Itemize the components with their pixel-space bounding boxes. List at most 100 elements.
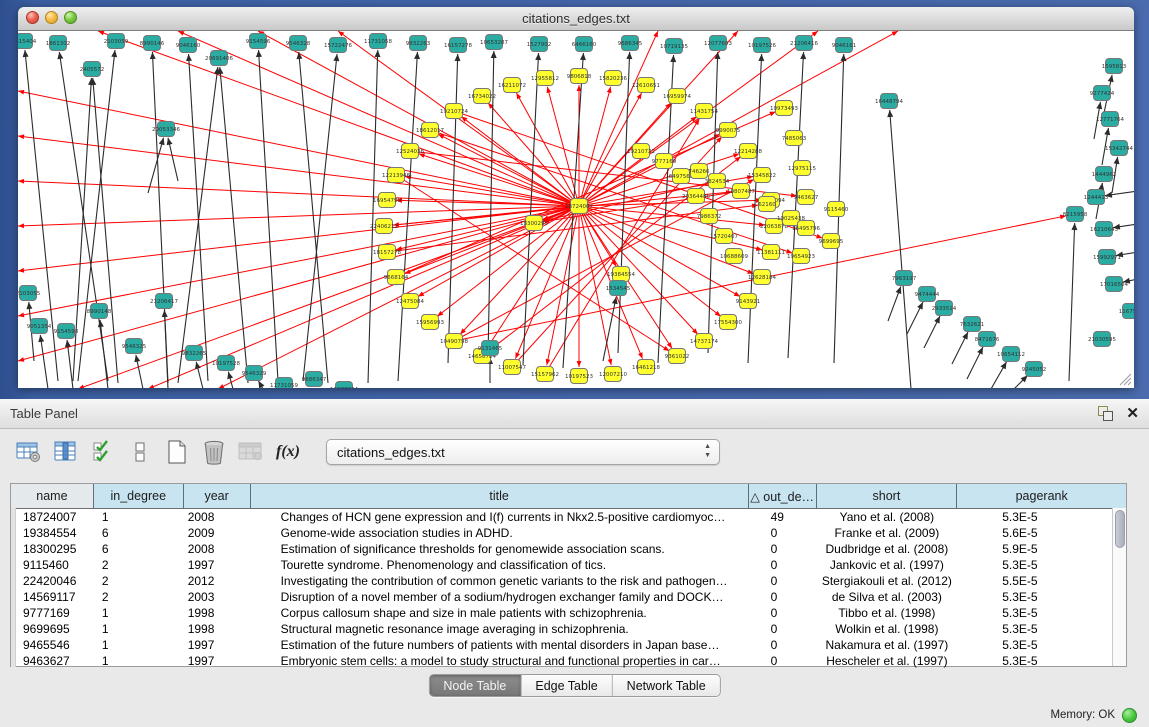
graph-node[interactable]: 10719135 — [660, 39, 688, 54]
graph-node[interactable]: 12975115 — [788, 161, 816, 176]
graph-node[interactable]: 9046161 — [832, 38, 857, 53]
graph-node[interactable]: 1444962 — [1092, 167, 1117, 182]
graph-node[interactable]: 7485063 — [782, 131, 807, 146]
graph-node[interactable]: 2405572 — [80, 62, 105, 77]
graph-node[interactable]: 19654923 — [787, 249, 815, 264]
graph-node[interactable]: 3824534 — [705, 174, 730, 189]
graph-node[interactable]: 15720407 — [710, 229, 738, 244]
graph-node[interactable]: 1167533 — [1119, 304, 1134, 319]
graph-node[interactable]: 10197523 — [565, 369, 593, 384]
graph-node[interactable]: 746266 — [689, 164, 710, 179]
graph-node[interactable]: 16959974 — [663, 89, 691, 104]
column-header-title[interactable]: title — [251, 484, 749, 508]
graph-node[interactable]: 9686347 — [302, 372, 327, 387]
graph-node[interactable]: 21206417 — [150, 294, 178, 309]
graph-node[interactable]: 9546328 — [286, 36, 311, 51]
graph-node[interactable]: 8990146 — [140, 36, 165, 51]
graph-node[interactable]: 12077604 — [330, 382, 358, 389]
graph-node[interactable]: 7986372 — [697, 209, 722, 224]
graph-node[interactable]: 1534545 — [606, 281, 631, 296]
select-columns-button[interactable] — [90, 438, 116, 466]
graph-node[interactable]: 16448794 — [875, 94, 903, 109]
resize-grip[interactable] — [1118, 372, 1132, 386]
table-row[interactable]: 946362711997Embryonic stem cells: a mode… — [11, 653, 1126, 669]
graph-node[interactable]: 9361022 — [665, 349, 690, 364]
graph-node[interactable]: 12955812 — [531, 71, 559, 86]
delete-column-button[interactable] — [201, 438, 227, 466]
graph-node[interactable]: 9832263 — [406, 36, 431, 51]
table-row[interactable]: 1938455462009Genome-wide association stu… — [11, 525, 1126, 541]
graph-node[interactable]: 16461218 — [632, 360, 660, 375]
row-height-button[interactable] — [127, 438, 153, 466]
graph-node[interactable]: 19210722 — [627, 144, 655, 159]
column-header-pagerank[interactable]: pagerank — [957, 484, 1126, 508]
table-row[interactable]: 911546021997Tourette syndrome. Phenomeno… — [11, 557, 1126, 573]
graph-node[interactable]: 18157278 — [373, 245, 401, 260]
graph-node[interactable]: 1244413 — [1084, 190, 1109, 205]
graph-node[interactable]: 8215958 — [1063, 207, 1088, 222]
graph-node[interactable]: 21030595 — [1088, 332, 1116, 347]
graph-node[interactable]: 15342744 — [1105, 141, 1133, 156]
column-header-out_de[interactable]: △ out_de… — [749, 484, 817, 508]
graph-node[interactable]: 2103055 — [18, 286, 41, 301]
function-builder-button[interactable]: f(x) — [275, 438, 301, 466]
graph-node[interactable]: 10807487 — [727, 184, 755, 199]
graph-node[interactable]: 9245052 — [1022, 362, 1047, 377]
graph-node[interactable]: 12214288 — [734, 144, 762, 159]
graph-node[interactable]: 9777169 — [652, 154, 677, 169]
graph-node[interactable]: 16211072 — [498, 78, 526, 93]
graph-node[interactable]: 15820236 — [599, 71, 627, 86]
graph-node[interactable]: 11731058 — [364, 34, 392, 49]
minimize-window-button[interactable] — [45, 11, 58, 24]
graph-node[interactable]: 12213946 — [382, 168, 410, 183]
graph-node[interactable]: 1861302 — [46, 36, 71, 51]
graph-node[interactable]: 16734022 — [468, 89, 496, 104]
table-row[interactable]: 1830029562008Estimation of significance … — [11, 541, 1126, 557]
close-panel-icon[interactable]: ✕ — [1126, 406, 1139, 421]
column-header-in_degree[interactable]: in_degree — [94, 484, 184, 508]
network-canvas[interactable]: 1872400722063878175660941534582212214288… — [18, 31, 1134, 388]
tab-network-table[interactable]: Network Table — [613, 675, 720, 696]
graph-node[interactable]: 11381111 — [757, 245, 785, 260]
graph-node[interactable]: 1527902 — [527, 37, 552, 52]
graph-node[interactable]: 10688609 — [720, 249, 748, 264]
table-row[interactable]: 2242004622012Investigating the contribut… — [11, 573, 1126, 589]
graph-node[interactable]: 16210643 — [1090, 222, 1118, 237]
graph-node[interactable]: 9051354 — [27, 319, 52, 334]
table-mode-button[interactable] — [16, 438, 42, 466]
graph-node[interactable]: 9277424 — [1090, 86, 1115, 101]
graph-node[interactable]: 9474444 — [915, 287, 940, 302]
graph-node[interactable]: 22406212 — [370, 219, 398, 234]
graph-node[interactable]: 9546325 — [122, 339, 147, 354]
graph-node[interactable]: 7632621 — [960, 317, 985, 332]
graph-node[interactable]: 8990148 — [87, 304, 112, 319]
graph-node[interactable]: 16157278 — [444, 38, 472, 53]
graph-node[interactable]: 16954790 — [373, 193, 401, 208]
graph-node[interactable]: 11007547 — [498, 360, 526, 375]
graph-node[interactable]: 1595813 — [1102, 59, 1127, 74]
graph-node[interactable]: 12771764 — [1096, 112, 1124, 127]
graph-node[interactable]: 17016504 — [1100, 277, 1128, 292]
graph-node[interactable]: 15956993 — [416, 315, 444, 330]
graph-node[interactable]: 19384554 — [607, 267, 635, 282]
graph-node[interactable]: 10197526 — [748, 38, 776, 53]
table-row[interactable]: 946554611997Estimation of the future num… — [11, 637, 1126, 653]
new-column-button[interactable] — [164, 438, 190, 466]
float-panel-icon[interactable] — [1098, 406, 1114, 421]
graph-node[interactable]: 9463627 — [794, 190, 819, 205]
graph-node[interactable]: 12077603 — [704, 36, 732, 51]
graph-node[interactable]: 18300295 — [520, 216, 548, 231]
graph-node[interactable]: 19210724 — [440, 104, 468, 119]
graph-node[interactable]: 9832265 — [182, 346, 207, 361]
graph-node[interactable]: 9546329 — [242, 366, 267, 381]
graph-node[interactable]: 20691406 — [205, 51, 233, 66]
graph-node[interactable]: 2103059 — [104, 34, 129, 49]
table-vertical-scrollbar[interactable] — [1112, 508, 1126, 666]
graph-node[interactable]: 14737174 — [690, 334, 718, 349]
graph-node[interactable]: 9806818 — [567, 69, 592, 84]
graph-node[interactable]: 2933514 — [932, 301, 957, 316]
graph-node[interactable]: 9686345 — [618, 36, 643, 51]
close-window-button[interactable] — [26, 11, 39, 24]
graph-node[interactable]: 15992971 — [1093, 250, 1121, 265]
graph-node[interactable]: 7963197 — [892, 271, 917, 286]
